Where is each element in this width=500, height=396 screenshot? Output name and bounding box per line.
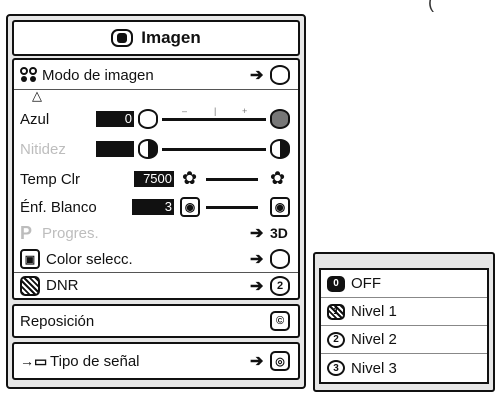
submenu-button-icon: [270, 249, 290, 269]
image-monitor-icon: [111, 29, 134, 47]
dnr-option-nivel-1[interactable]: 1 Nivel 1: [321, 298, 487, 326]
level-2-icon: 2: [327, 331, 345, 348]
slider-track[interactable]: [206, 178, 258, 181]
tick-plus: +: [242, 106, 248, 116]
dnr-option-label: Nivel 1: [351, 303, 397, 320]
menu-item-label: Tipo de señal: [50, 352, 140, 370]
target-icon: ◉: [180, 197, 200, 217]
menu-item-label: Modo de imagen: [42, 66, 154, 84]
progressive-icon: P: [20, 222, 33, 243]
menu-item-label: Reposición: [20, 312, 95, 330]
menu-item-label: DNR: [46, 277, 79, 294]
menu-item-temp-clr[interactable]: Temp Clr 7500 ✿ ✿: [14, 166, 298, 192]
half-circle-icon: [138, 139, 158, 159]
dnr-option-nivel-3[interactable]: 3 Nivel 3: [321, 354, 487, 382]
image-menu: Imagen Modo de imagen ➔ △ Azul 0 – | + N…: [6, 14, 306, 389]
menu-item-label: Progres.: [42, 224, 99, 242]
slider-track: [162, 148, 266, 151]
arrow-right-icon: ➔: [250, 251, 264, 268]
color-select-icon: ▣: [20, 249, 40, 269]
signal-input-icon: →▭: [20, 352, 48, 369]
menu-item-label: Temp Clr: [20, 170, 81, 188]
3d-badge-icon: 3D: [270, 225, 288, 241]
arrow-right-icon: ➔: [250, 277, 264, 295]
menu-item-dnr[interactable]: DNR ➔ 2: [14, 272, 298, 298]
dnr-options-panel: 0 OFF 1 Nivel 1 2 Nivel 2 3 Nivel 3: [319, 268, 489, 384]
value-box: [96, 141, 134, 157]
picture-mode-icon: [20, 67, 37, 82]
signal-panel: →▭ Tipo de señal ➔ ◎: [12, 342, 300, 380]
half-circle-icon: [270, 139, 290, 159]
menu-item-modo-de-imagen[interactable]: Modo de imagen ➔: [14, 62, 298, 88]
tick-mid: |: [214, 106, 217, 116]
dnr-option-label: Nivel 2: [351, 331, 397, 348]
slider-track[interactable]: [206, 206, 258, 209]
menu-item-label: Nitidez: [20, 140, 66, 158]
dnr-submenu: 0 OFF 1 Nivel 1 2 Nivel 2 3 Nivel 3: [313, 252, 495, 392]
blue-circle-icon: [270, 109, 290, 129]
divider: [14, 89, 298, 90]
slider-track[interactable]: [162, 118, 266, 121]
dnr-icon: [20, 276, 40, 296]
menu-item-reposicion[interactable]: Reposición ©: [14, 308, 298, 334]
tick-minus: –: [182, 106, 188, 116]
value-box: 7500: [134, 171, 174, 187]
menu-item-progres: P Progres. ➔ 3D: [14, 220, 298, 246]
arrow-right-icon: ➔: [250, 67, 264, 84]
header-fragment-mark: (: [428, 0, 434, 12]
reset-icon: ©: [270, 311, 290, 331]
dnr-option-label: Nivel 3: [351, 359, 397, 377]
level-2-icon: 2: [270, 276, 290, 296]
signal-type-icon: ◎: [270, 351, 290, 371]
fan-icon: ✿: [270, 168, 286, 188]
menu-item-tipo-de-senal[interactable]: →▭ Tipo de señal ➔ ◎: [14, 348, 298, 374]
off-icon: 0: [327, 275, 345, 292]
fan-icon: ✿: [182, 168, 198, 188]
menu-items-panel: Modo de imagen ➔ △ Azul 0 – | + Nitidez: [12, 58, 300, 300]
reset-panel: Reposición ©: [12, 304, 300, 338]
level-3-icon: 3: [327, 360, 345, 376]
menu-title: Imagen: [141, 28, 201, 47]
arrow-right-icon: ➔: [250, 225, 264, 242]
menu-item-azul[interactable]: Azul 0 – | +: [14, 106, 298, 132]
menu-title-bar: Imagen: [12, 20, 300, 56]
dnr-option-nivel-2[interactable]: 2 Nivel 2: [321, 326, 487, 354]
menu-item-color-selecc[interactable]: ▣ Color selecc. ➔: [14, 246, 298, 272]
dnr-option-off[interactable]: 0 OFF: [321, 270, 487, 298]
menu-item-label: Azul: [20, 110, 50, 128]
menu-item-label: Color selecc.: [46, 250, 133, 268]
menu-item-enf-blanco[interactable]: Énf. Blanco 3 ◉ ◉: [14, 194, 298, 220]
target-icon: ◉: [270, 197, 290, 217]
menu-item-nitidez: Nitidez: [14, 136, 298, 162]
value-box: 3: [132, 199, 174, 215]
arrow-right-icon: ➔: [250, 353, 264, 370]
menu-item-label: Énf. Blanco: [20, 198, 97, 216]
level-1-icon: 1: [327, 303, 345, 320]
value-box: 0: [96, 111, 134, 127]
white-circle-icon: [138, 109, 158, 129]
submenu-button-icon: [270, 65, 290, 85]
cursor-triangle-icon: △: [32, 88, 42, 103]
dnr-option-label: OFF: [351, 275, 381, 292]
